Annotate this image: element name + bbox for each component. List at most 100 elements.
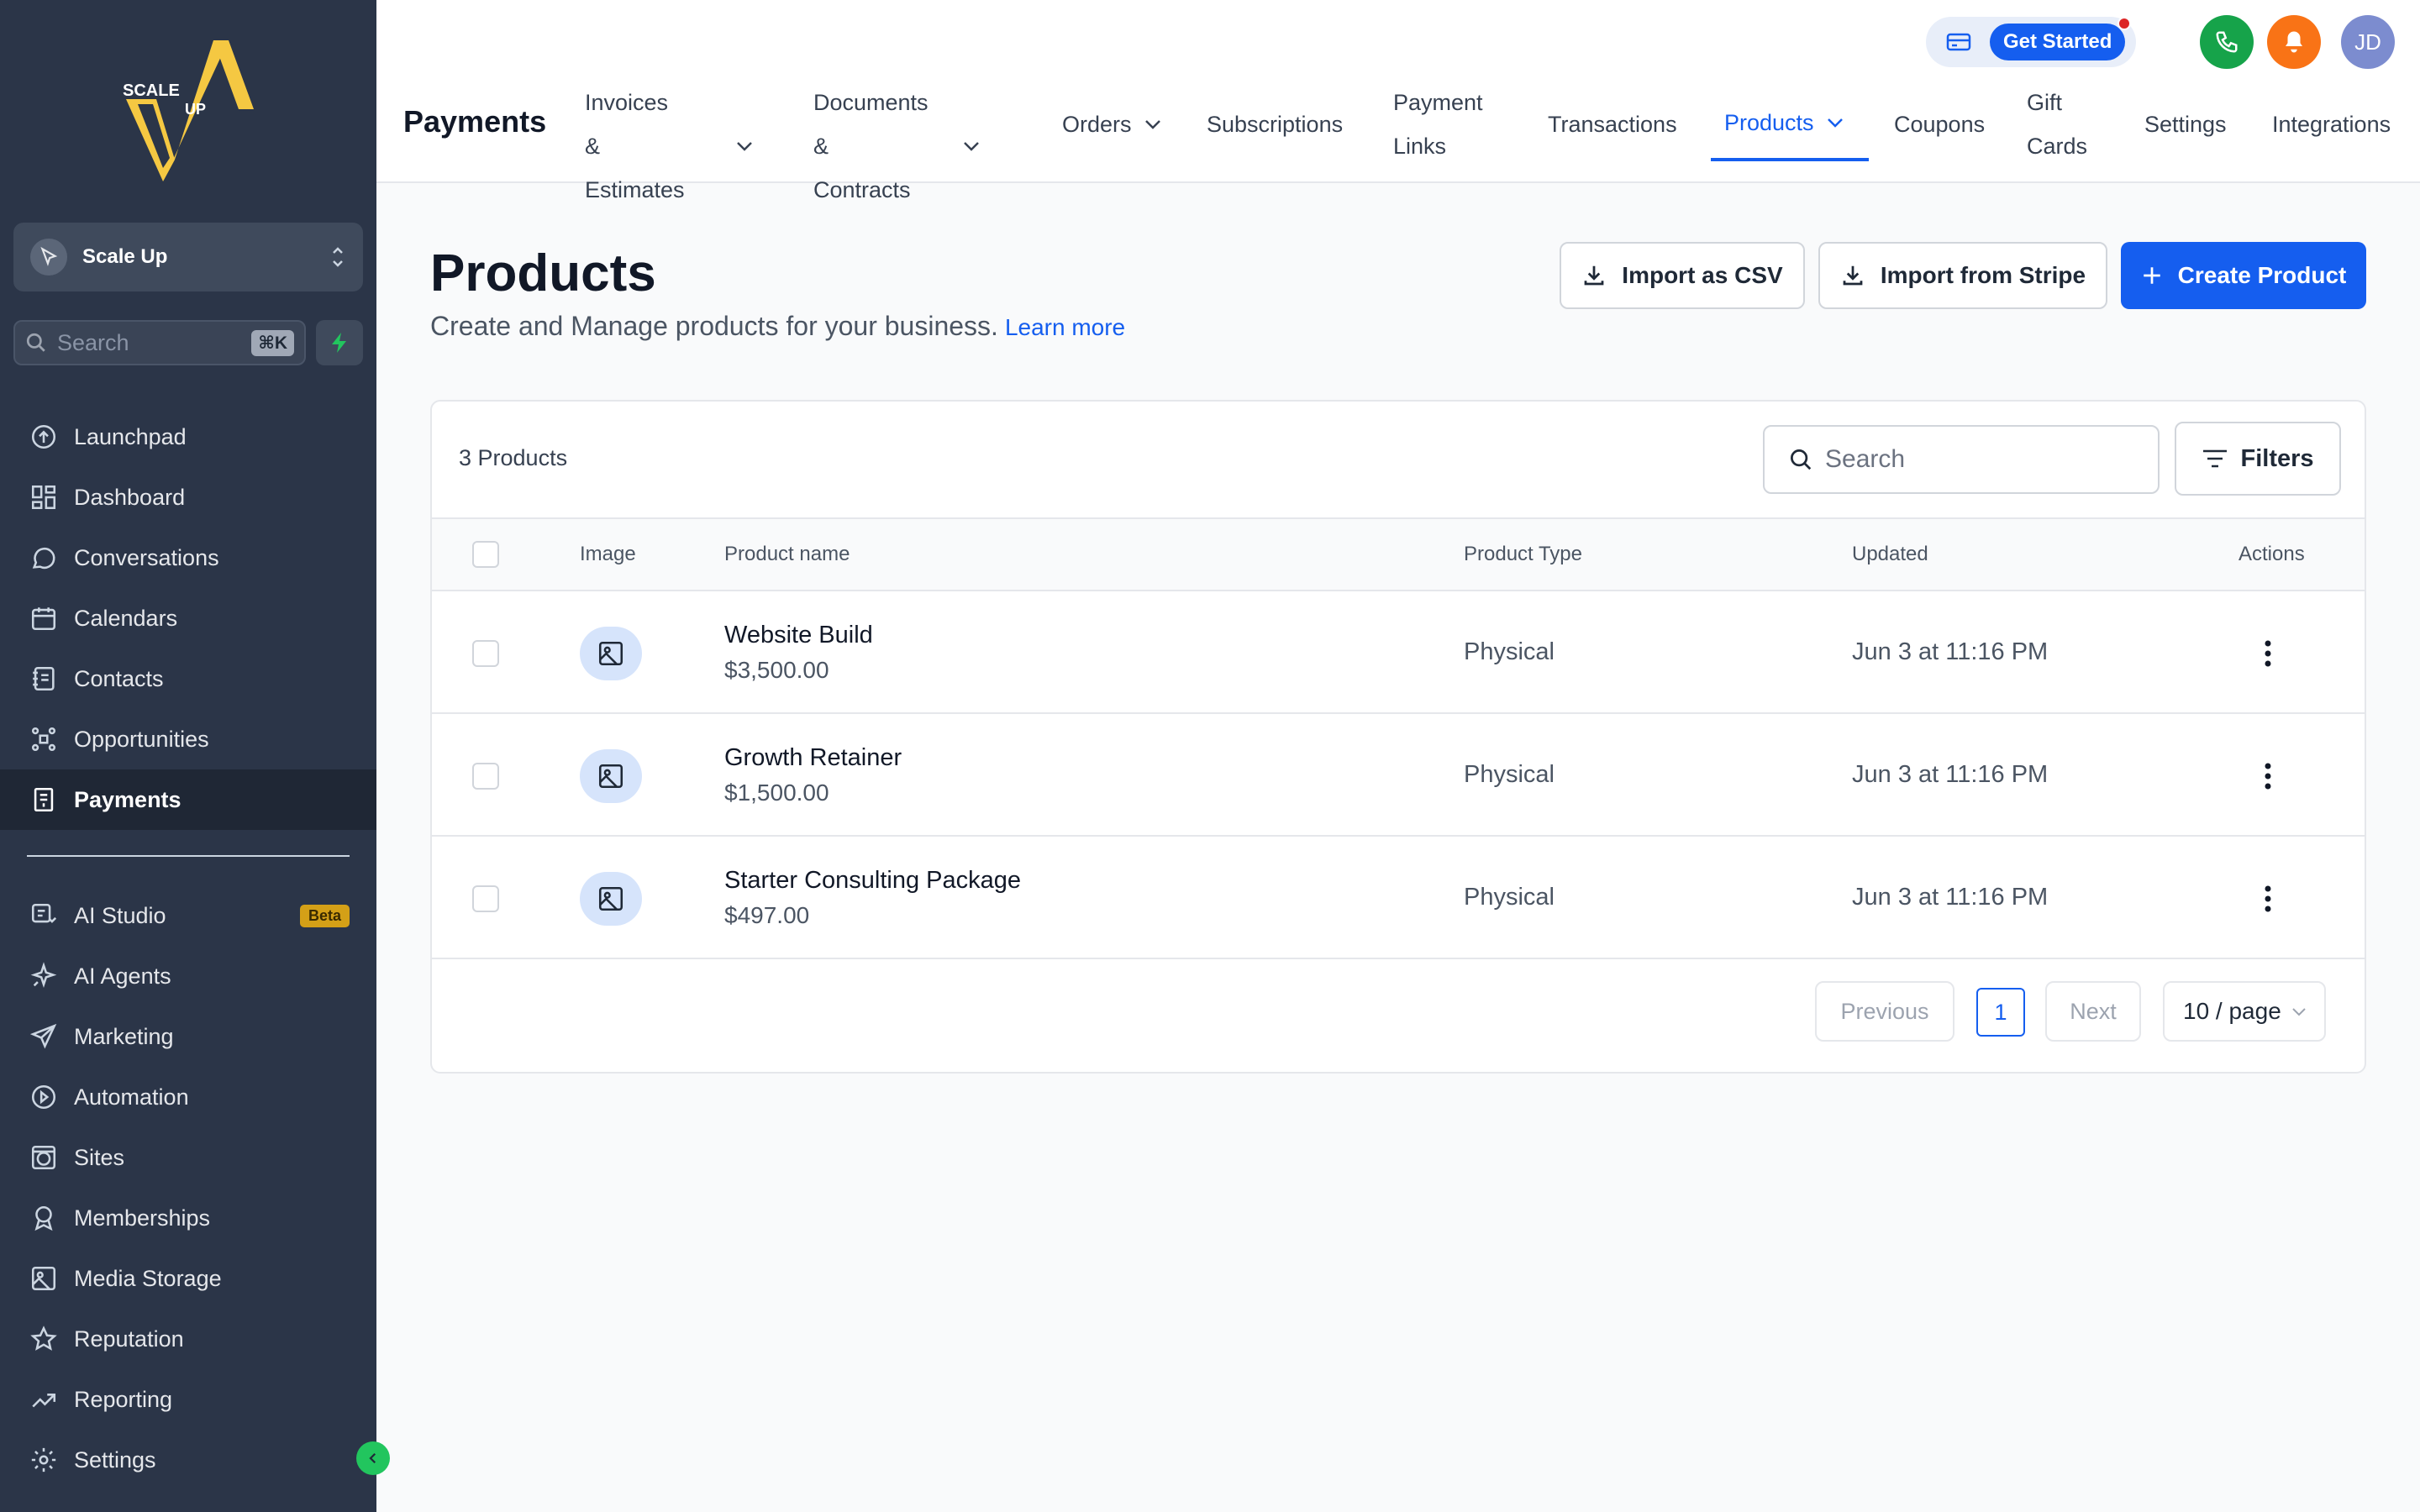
- next-page-button[interactable]: Next: [2045, 981, 2141, 1042]
- tab-subscriptions[interactable]: Subscriptions: [1207, 102, 1343, 146]
- get-started-widget[interactable]: Get Started: [1926, 17, 2136, 67]
- quick-action-button[interactable]: [316, 320, 363, 365]
- tab-label: Contracts: [813, 177, 911, 202]
- bolt-icon: [329, 331, 350, 354]
- rocket-icon: [27, 420, 60, 454]
- download-icon: [1581, 263, 1607, 288]
- sidebar-item-ai-studio[interactable]: AI Studio Beta: [0, 885, 376, 946]
- table-search-input[interactable]: Search: [1763, 425, 2160, 494]
- sidebar-item-conversations[interactable]: Conversations: [0, 528, 376, 588]
- tab-label: Estimates: [585, 177, 685, 202]
- col-product-name[interactable]: Product name: [724, 543, 850, 566]
- tab-integrations[interactable]: Integrations: [2272, 102, 2391, 146]
- ai-studio-icon: [27, 899, 60, 932]
- get-started-button[interactable]: Get Started: [1990, 24, 2126, 60]
- row-checkbox[interactable]: [472, 640, 499, 667]
- table-row[interactable]: Starter Consulting Package $497.00 Physi…: [432, 837, 2365, 959]
- sidebar-item-marketing[interactable]: Marketing: [0, 1006, 376, 1067]
- account-switcher[interactable]: Scale Up: [13, 223, 363, 291]
- select-all-checkbox[interactable]: [472, 541, 499, 568]
- filter-icon: [2202, 448, 2228, 470]
- globe-icon: [27, 1141, 60, 1174]
- notifications-button[interactable]: [2267, 15, 2321, 69]
- sidebar-item-media-storage[interactable]: Media Storage: [0, 1248, 376, 1309]
- send-icon: [27, 1020, 60, 1053]
- previous-page-button[interactable]: Previous: [1815, 981, 1954, 1042]
- sidebar-item-memberships[interactable]: Memberships: [0, 1188, 376, 1248]
- row-actions-button[interactable]: [2255, 759, 2281, 793]
- sidebar-item-calendars[interactable]: Calendars: [0, 588, 376, 648]
- sidebar-item-label: Settings: [74, 1446, 156, 1473]
- sidebar-item-dashboard[interactable]: Dashboard: [0, 467, 376, 528]
- user-avatar[interactable]: JD: [2341, 15, 2395, 69]
- row-checkbox[interactable]: [472, 885, 499, 912]
- tab-documents-contracts[interactable]: Documents & Contracts: [813, 81, 981, 212]
- sidebar-item-opportunities[interactable]: Opportunities: [0, 709, 376, 769]
- tab-label: Links: [1393, 134, 1447, 159]
- sidebar-item-label: Automation: [74, 1084, 189, 1110]
- tab-gift-cards[interactable]: Gift Cards: [2027, 81, 2087, 168]
- sidebar-item-label: AI Agents: [74, 963, 171, 989]
- create-product-button[interactable]: Create Product: [2121, 242, 2366, 309]
- tab-label: Cards: [2027, 134, 2088, 159]
- top-bar: Get Started JD Payments Invoices & Estima…: [376, 0, 2420, 202]
- tab-coupons[interactable]: Coupons: [1894, 102, 1985, 146]
- sidebar-item-payments[interactable]: Payments: [0, 769, 376, 830]
- sidebar-item-contacts[interactable]: Contacts: [0, 648, 376, 709]
- table-row[interactable]: Website Build $3,500.00 Physical Jun 3 a…: [432, 591, 2365, 714]
- import-csv-button[interactable]: Import as CSV: [1560, 242, 1805, 309]
- product-name[interactable]: Growth Retainer: [724, 744, 902, 772]
- sidebar-item-label: Opportunities: [74, 726, 209, 752]
- sidebar-item-ai-agents[interactable]: AI Agents: [0, 946, 376, 1006]
- sidebar-item-label: Launchpad: [74, 423, 187, 449]
- bell-icon: [2281, 29, 2307, 55]
- product-type: Physical: [1464, 761, 1555, 788]
- table-row[interactable]: Growth Retainer $1,500.00 Physical Jun 3…: [432, 714, 2365, 837]
- tab-label: Gift: [2027, 90, 2063, 115]
- tab-products[interactable]: Products: [1724, 101, 1844, 144]
- tab-payment-links[interactable]: Payment Links: [1393, 81, 1483, 168]
- products-heading: Products: [430, 244, 656, 302]
- sidebar-item-launchpad[interactable]: Launchpad: [0, 407, 376, 467]
- page-number-button[interactable]: 1: [1976, 988, 2025, 1037]
- contacts-icon: [27, 662, 60, 696]
- product-updated: Jun 3 at 11:16 PM: [1852, 638, 2049, 665]
- import-stripe-button[interactable]: Import from Stripe: [1818, 242, 2107, 309]
- tab-settings[interactable]: Settings: [2144, 102, 2227, 146]
- sidebar-item-automation[interactable]: Automation: [0, 1067, 376, 1127]
- page-size-value: 10 / page: [2183, 998, 2281, 1024]
- filters-button[interactable]: Filters: [2175, 422, 2341, 496]
- svg-text:SCALE: SCALE: [123, 81, 180, 100]
- sidebar-item-sites[interactable]: Sites: [0, 1127, 376, 1188]
- sidebar-item-label: Dashboard: [74, 484, 186, 510]
- col-updated[interactable]: Updated: [1852, 543, 1928, 566]
- tab-invoices-estimates[interactable]: Invoices & Estimates: [585, 81, 754, 212]
- tab-label: Products: [1724, 110, 1814, 135]
- col-product-type[interactable]: Product Type: [1464, 543, 1582, 566]
- product-name[interactable]: Starter Consulting Package: [724, 867, 1021, 895]
- phone-button[interactable]: [2200, 15, 2254, 69]
- sidebar-search[interactable]: Search ⌘K: [13, 320, 306, 365]
- product-type: Physical: [1464, 638, 1555, 665]
- tab-label: Orders: [1062, 112, 1132, 137]
- product-name[interactable]: Website Build: [724, 622, 873, 649]
- sidebar-item-settings[interactable]: Settings: [0, 1430, 376, 1490]
- chevron-down-icon: [735, 140, 754, 152]
- sidebar-divider: [27, 855, 350, 857]
- tab-transactions[interactable]: Transactions: [1548, 102, 1677, 146]
- row-actions-button[interactable]: [2255, 882, 2281, 916]
- table-header: Image Product name Product Type Updated …: [432, 517, 2365, 591]
- sidebar-item-reputation[interactable]: Reputation: [0, 1309, 376, 1369]
- row-checkbox[interactable]: [472, 763, 499, 790]
- row-actions-button[interactable]: [2255, 637, 2281, 670]
- company-logo[interactable]: SCALE UP: [119, 34, 254, 186]
- tab-orders[interactable]: Orders: [1062, 102, 1162, 146]
- collapse-sidebar-button[interactable]: [356, 1441, 390, 1475]
- sidebar-item-label: Reputation: [74, 1326, 184, 1352]
- sidebar-item-reporting[interactable]: Reporting: [0, 1369, 376, 1430]
- page-size-select[interactable]: 10 / page: [2163, 981, 2326, 1042]
- grid-icon: [27, 480, 60, 514]
- learn-more-link[interactable]: Learn more: [1005, 314, 1125, 340]
- plus-icon: [2141, 265, 2163, 286]
- sidebar-nav-primary: Launchpad Dashboard Conversations Calend…: [0, 407, 376, 830]
